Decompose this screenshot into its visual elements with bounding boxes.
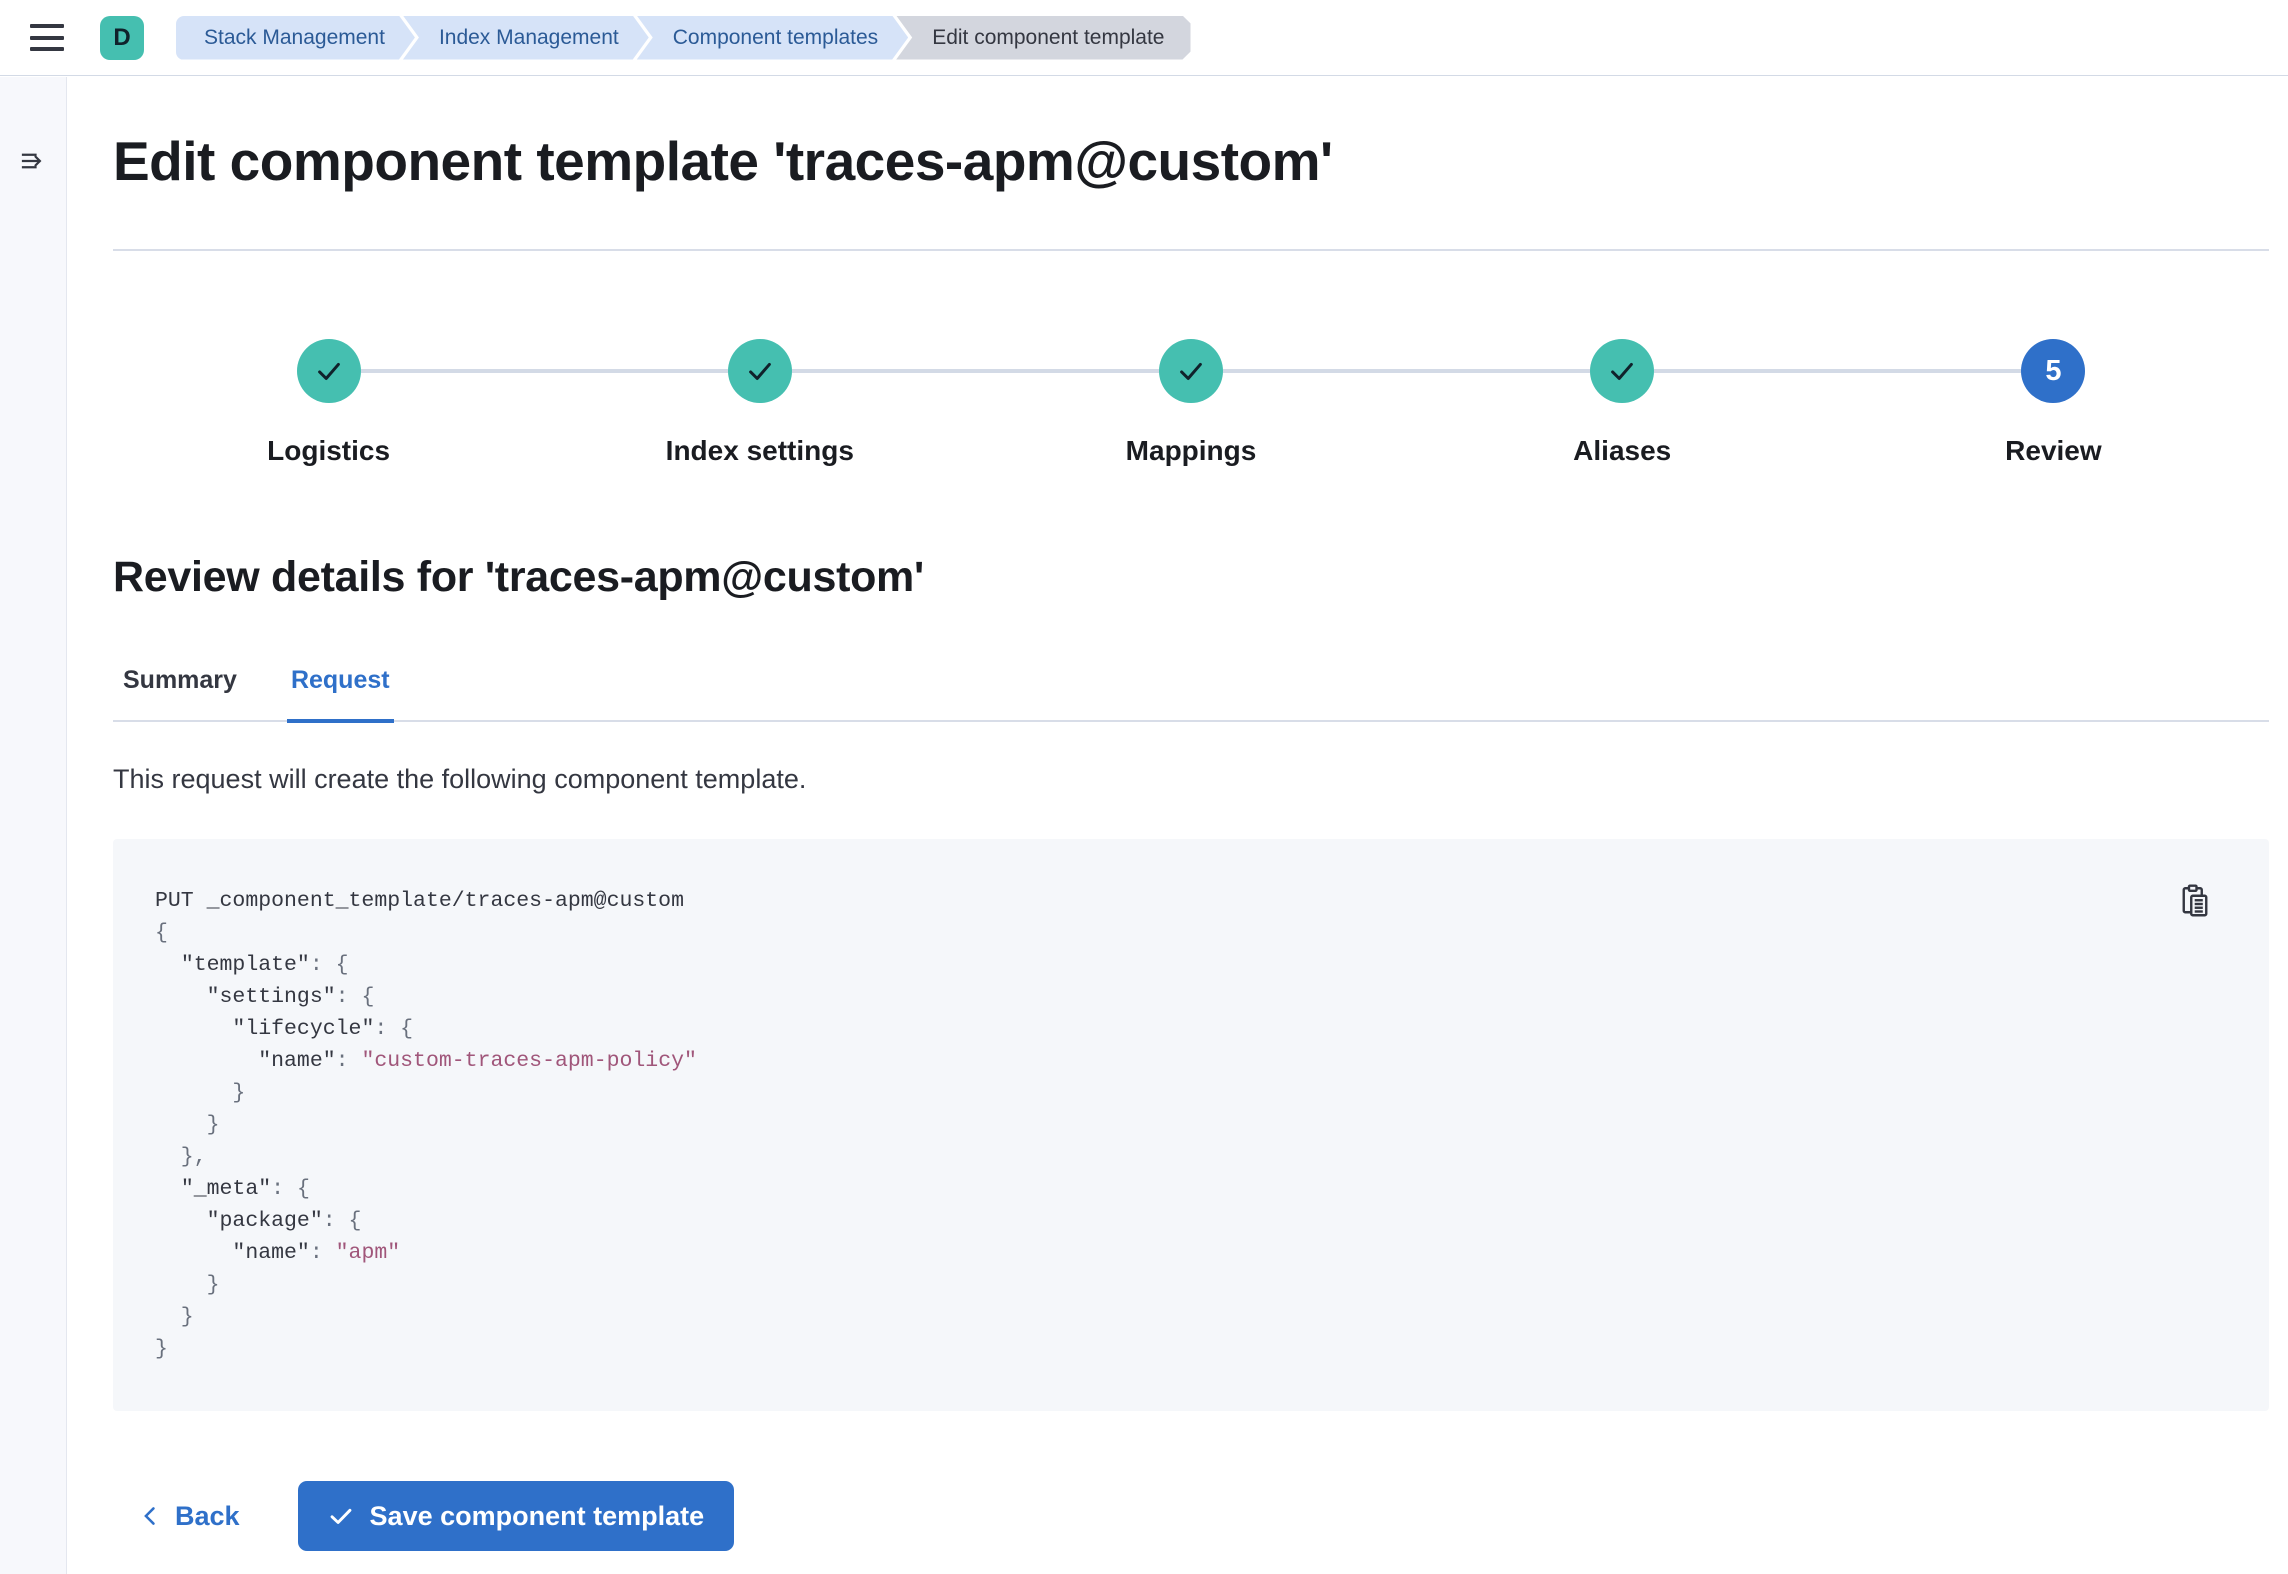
check-icon: [328, 1503, 354, 1529]
step-label: Mappings: [975, 435, 1406, 467]
code-line: "package": {: [155, 1205, 2227, 1237]
step-review[interactable]: 5 Review: [1838, 339, 2269, 467]
breadcrumb-index-management[interactable]: Index Management: [403, 16, 649, 60]
chevron-left-icon: [139, 1505, 161, 1527]
step-complete-check-icon: [1176, 356, 1206, 386]
code-line: }: [155, 1301, 2227, 1333]
code-line: }: [155, 1109, 2227, 1141]
page-title: Edit component template 'traces-apm@cust…: [113, 129, 2269, 193]
step-index-settings[interactable]: Index settings: [544, 339, 975, 467]
menu-hamburger-icon[interactable]: [30, 24, 64, 51]
request-description: This request will create the following c…: [113, 764, 2269, 795]
step-connector: [1223, 369, 1407, 373]
code-line: PUT _component_template/traces-apm@custo…: [155, 885, 2227, 917]
breadcrumbs: Stack ManagementIndex ManagementComponen…: [176, 16, 1191, 60]
step-connector: [361, 369, 545, 373]
step-logistics[interactable]: Logistics: [113, 339, 544, 467]
code-line: "name": "apm": [155, 1237, 2227, 1269]
code-line: "template": {: [155, 949, 2227, 981]
code-line: "_meta": {: [155, 1173, 2227, 1205]
code-line: }: [155, 1333, 2227, 1365]
step-status-complete: [297, 339, 361, 403]
step-complete-check-icon: [1607, 356, 1637, 386]
save-component-template-button[interactable]: Save component template: [298, 1481, 735, 1551]
step-connector: [975, 369, 1159, 373]
step-status-complete: [1159, 339, 1223, 403]
stepper: LogisticsIndex settingsMappingsAliases 5 R…: [113, 339, 2269, 467]
step-connector: [1407, 369, 1591, 373]
code-line: {: [155, 917, 2227, 949]
tab-summary[interactable]: Summary: [119, 656, 241, 723]
step-label: Review: [1838, 435, 2269, 467]
breadcrumb-stack-management[interactable]: Stack Management: [176, 16, 415, 60]
step-label: Logistics: [113, 435, 544, 467]
expand-sidebar-icon[interactable]: [13, 141, 53, 181]
step-connector: [1838, 369, 2022, 373]
step-aliases[interactable]: Aliases: [1407, 339, 1838, 467]
back-button[interactable]: Back: [127, 1491, 252, 1542]
request-code-block: PUT _component_template/traces-apm@custo…: [113, 839, 2269, 1411]
step-label: Aliases: [1407, 435, 1838, 467]
collapsed-nav-sidebar: [0, 77, 67, 1574]
step-label: Index settings: [544, 435, 975, 467]
main-content: Edit component template 'traces-apm@cust…: [68, 77, 2288, 1574]
deployment-logo[interactable]: D: [100, 16, 144, 60]
step-mappings[interactable]: Mappings: [975, 339, 1406, 467]
back-button-label: Back: [175, 1501, 240, 1532]
step-connector: [1654, 369, 1838, 373]
code-line: }: [155, 1077, 2227, 1109]
review-tabs: Summary Request: [113, 656, 2269, 722]
title-divider: [113, 249, 2269, 251]
step-connector: [792, 369, 976, 373]
app-header: D Stack ManagementIndex ManagementCompon…: [0, 0, 2288, 76]
breadcrumb-edit-component-template: Edit component template: [896, 16, 1190, 60]
copy-to-clipboard-icon[interactable]: [2173, 879, 2217, 923]
save-button-label: Save component template: [370, 1501, 705, 1532]
code-line: "lifecycle": {: [155, 1013, 2227, 1045]
code-line: }: [155, 1269, 2227, 1301]
review-heading: Review details for 'traces-apm@custom': [113, 553, 2269, 602]
step-status-complete: [1590, 339, 1654, 403]
code-line: "name": "custom-traces-apm-policy": [155, 1045, 2227, 1077]
step-complete-check-icon: [314, 356, 344, 386]
wizard-footer: Back Save component template: [113, 1481, 2269, 1551]
step-status-current: 5: [2021, 339, 2085, 403]
breadcrumb-component-templates[interactable]: Component templates: [637, 16, 908, 60]
tab-request[interactable]: Request: [287, 656, 394, 723]
request-code: PUT _component_template/traces-apm@custo…: [155, 885, 2227, 1365]
step-connector: [544, 369, 728, 373]
step-status-complete: [728, 339, 792, 403]
step-complete-check-icon: [745, 356, 775, 386]
code-line: "settings": {: [155, 981, 2227, 1013]
code-line: },: [155, 1141, 2227, 1173]
